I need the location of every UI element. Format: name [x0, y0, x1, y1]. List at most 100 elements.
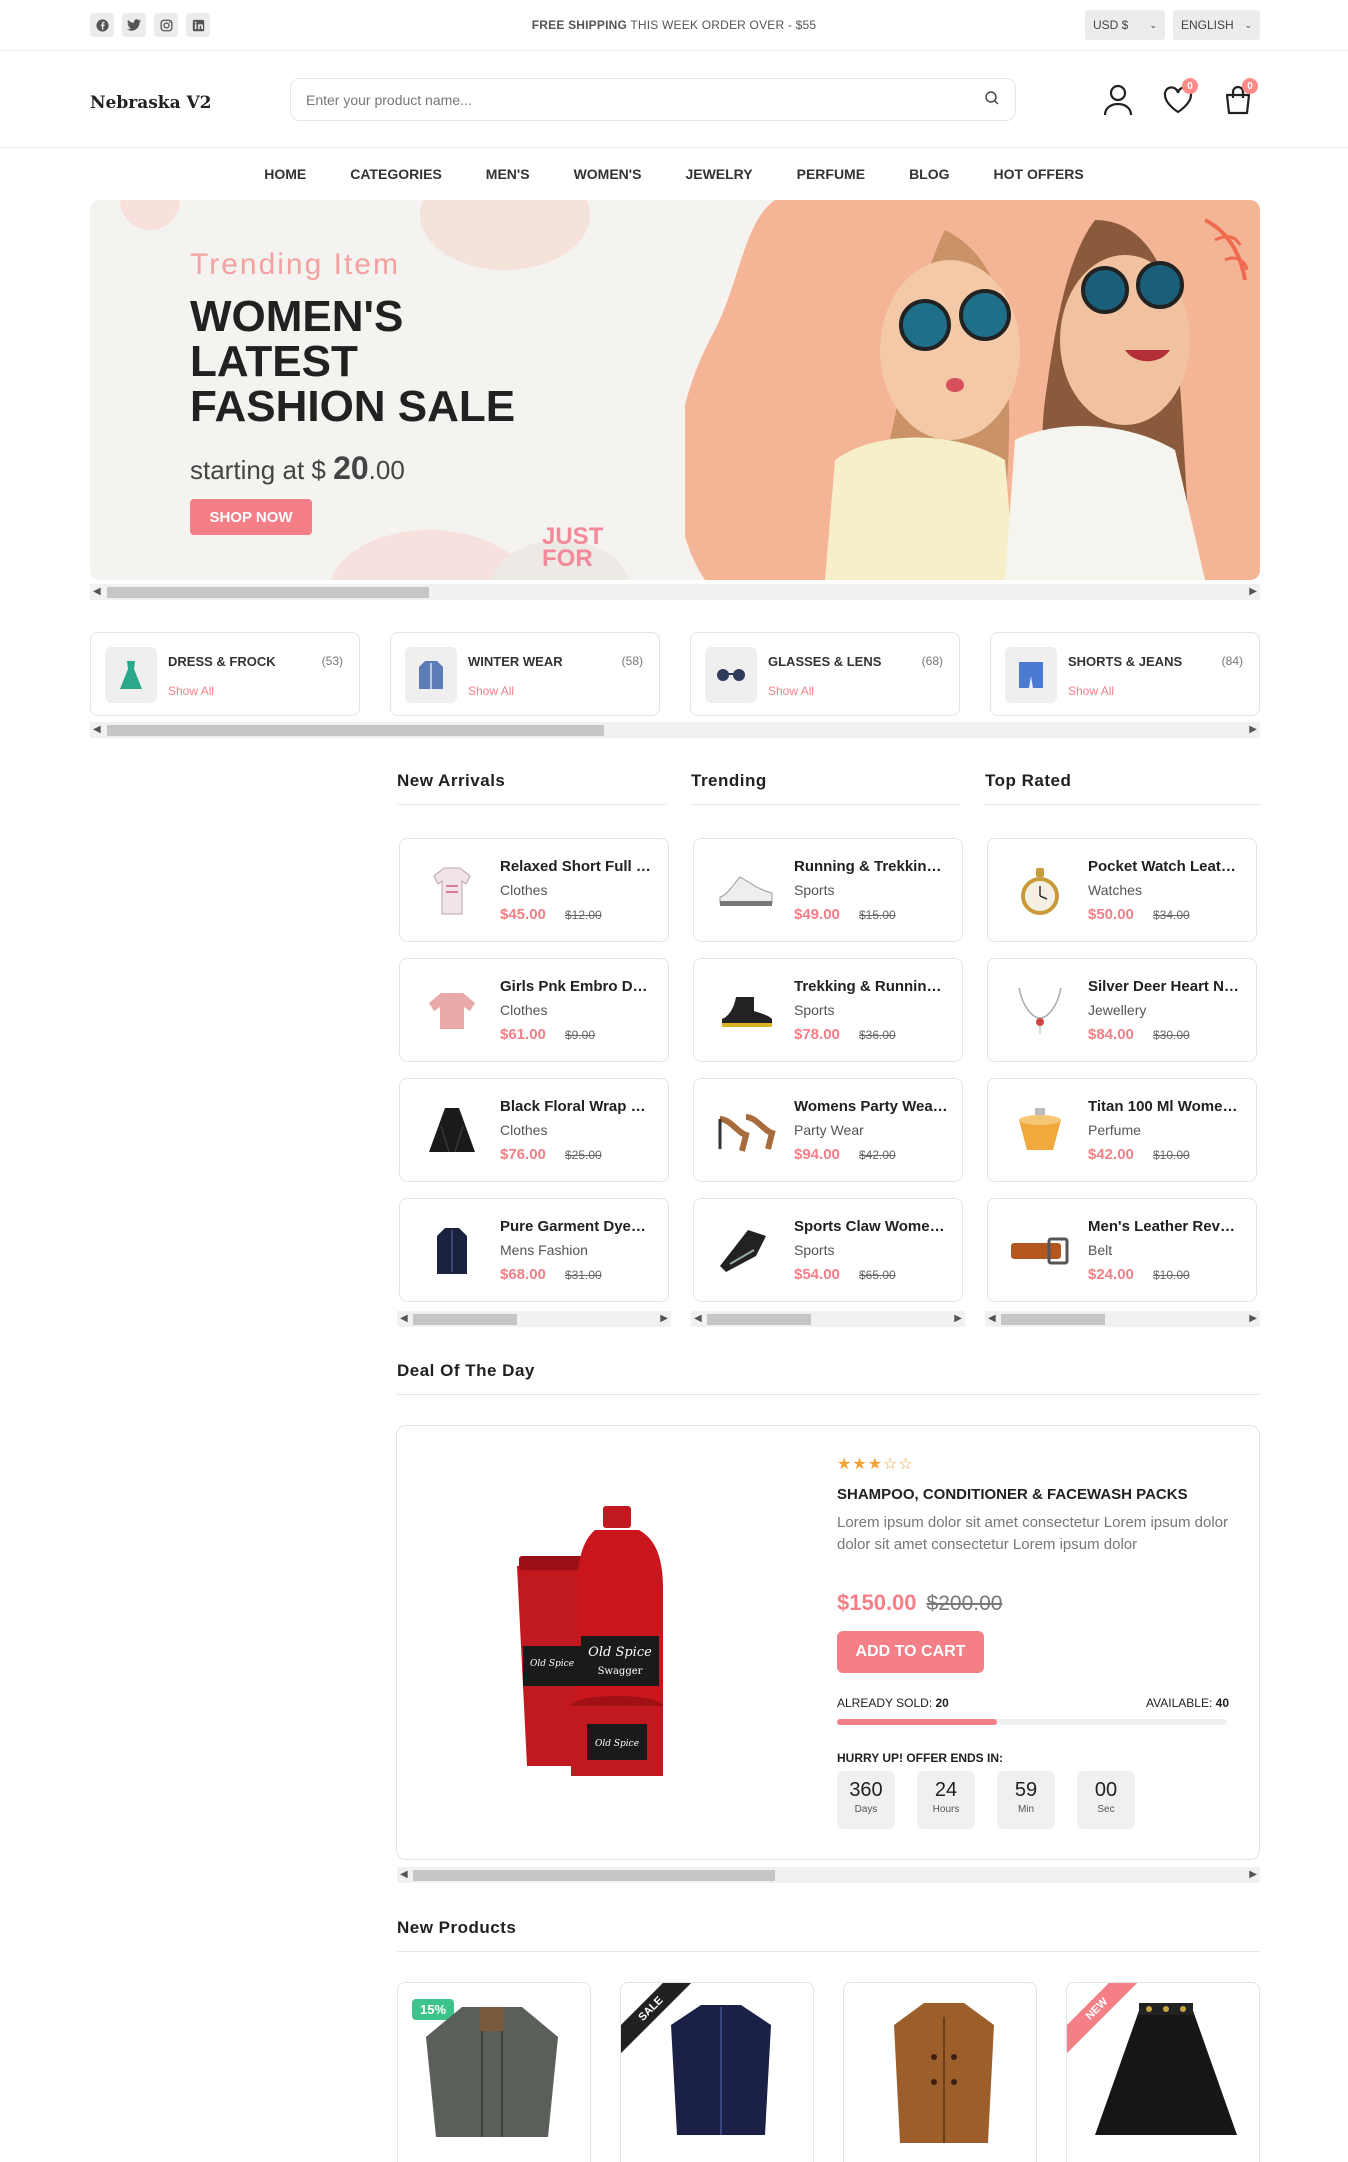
show-all-link[interactable]: Show All — [768, 684, 814, 698]
countdown-seconds: 00 Sec — [1077, 1771, 1135, 1829]
show-all-link[interactable]: Show All — [468, 684, 514, 698]
sold-progress-bar — [837, 1719, 1227, 1725]
new-product-card[interactable]: NEW — [1066, 1982, 1260, 2162]
wishlist-count-badge: 0 — [1182, 78, 1198, 94]
new-product-card[interactable]: 15% — [397, 1982, 591, 2162]
white-shoe-image — [709, 859, 783, 923]
countdown-label: HURRY UP! OFFER ENDS IN: — [837, 1751, 1004, 1765]
currency-value: USD $ — [1093, 18, 1129, 32]
coat-image — [894, 2003, 994, 2143]
new-product-card[interactable] — [843, 1982, 1037, 2162]
svg-text:Old Spice: Old Spice — [588, 1645, 652, 1660]
banner-decor-text: JUST FOR — [542, 523, 604, 572]
banner-subtitle: Trending Item — [190, 248, 400, 281]
countdown-hours: 24 Hours — [917, 1771, 975, 1829]
divider — [691, 804, 961, 805]
svg-text:Old Spice: Old Spice — [595, 1739, 639, 1749]
chevron-down-icon: ⌄ — [1244, 19, 1252, 30]
divider — [397, 1951, 1260, 1952]
cart-count-badge: 0 — [1242, 78, 1258, 94]
product-card[interactable]: Silver Deer Heart Necklace Jewellery $84… — [987, 958, 1257, 1062]
show-all-link[interactable]: Show All — [1068, 684, 1114, 698]
column-title-new-arrivals: New Arrivals — [397, 771, 506, 790]
deal-scrollbar[interactable]: ◀ ▶ — [397, 1867, 1260, 1883]
top-image — [415, 979, 489, 1043]
column-scrollbar[interactable]: ◀ ▶ — [397, 1311, 671, 1327]
deal-card: Old Spice Swagger Old Spice Old Spice ★★… — [396, 1425, 1260, 1860]
dress-icon — [105, 647, 157, 703]
product-card[interactable]: Titan 100 Ml Womens Perfume Perfume $42.… — [987, 1078, 1257, 1182]
skirt-image — [1095, 2003, 1237, 2135]
glasses-icon — [705, 647, 757, 703]
column-title-trending: Trending — [691, 771, 767, 790]
product-card[interactable]: Sports Claw Women's Shoes Sports $54.00 … — [693, 1198, 963, 1302]
search-icon[interactable] — [984, 90, 1000, 109]
language-value: ENGLISH — [1181, 18, 1234, 32]
banner-title: WOMEN'S LATEST FASHION SALE — [190, 292, 516, 431]
sports-shoe-image — [709, 1219, 783, 1283]
countdown: 360 Days 24 Hours 59 Min 00 Sec — [837, 1771, 1135, 1829]
product-card[interactable]: Black Floral Wrap Midi Skirt Clothes $76… — [399, 1078, 669, 1182]
column-title-top-rated: Top Rated — [985, 771, 1072, 790]
banner-scrollbar[interactable]: ◀ ▶ — [90, 584, 1260, 600]
deal-title: SHAMPOO, CONDITIONER & FACEWASH PACKS — [837, 1486, 1188, 1503]
search-input[interactable]: Enter your product name... — [290, 78, 1016, 121]
product-card[interactable]: Trekking & Running Shoes - Black Sports … — [693, 958, 963, 1062]
deal-old-price: $200.00 — [926, 1592, 1003, 1615]
category-card[interactable]: SHORTS & JEANS (84) Show All — [990, 632, 1260, 716]
add-to-cart-button[interactable]: ADD TO CART — [837, 1631, 984, 1673]
already-sold: ALREADY SOLD: 20 — [837, 1696, 949, 1710]
product-card[interactable]: Pure Garment Dyed Cotton Shirt Mens Fash… — [399, 1198, 669, 1302]
nav-womens[interactable]: WOMEN'S — [552, 166, 664, 182]
skirt-image — [415, 1099, 489, 1163]
show-all-link[interactable]: Show All — [168, 684, 214, 698]
new-products-heading: New Products — [397, 1918, 517, 1937]
new-product-card[interactable]: SALE — [620, 1982, 814, 2162]
column-scrollbar[interactable]: ◀ ▶ — [691, 1311, 965, 1327]
shop-now-button[interactable]: SHOP NOW — [190, 499, 312, 535]
jacket-image — [426, 2007, 558, 2137]
main-nav: HOME CATEGORIES MEN'S WOMEN'S JEWELRY PE… — [0, 148, 1348, 200]
necklace-image — [1003, 979, 1077, 1043]
site-logo[interactable]: Nebraska V2 — [90, 93, 212, 113]
countdown-days: 360 Days — [837, 1771, 895, 1829]
nav-home[interactable]: HOME — [242, 166, 328, 182]
product-card[interactable]: Girls Pnk Embro Design Top Clothes $61.0… — [399, 958, 669, 1062]
product-card[interactable]: Pocket Watch Leather Pouch Watches $50.0… — [987, 838, 1257, 942]
pocket-watch-image — [1003, 859, 1077, 923]
currency-select[interactable]: USD $ ⌄ — [1085, 10, 1165, 40]
hero-image — [685, 200, 1260, 580]
nav-perfume[interactable]: PERFUME — [775, 166, 887, 182]
divider — [985, 804, 1260, 805]
nav-categories[interactable]: CATEGORIES — [328, 166, 464, 182]
category-scrollbar[interactable]: ◀ ▶ — [90, 722, 1260, 738]
category-card[interactable]: DRESS & FROCK (53) Show All — [90, 632, 360, 716]
heart-icon[interactable]: 0 — [1160, 78, 1198, 118]
nav-hot-offers[interactable]: HOT OFFERS — [972, 166, 1106, 182]
user-icon[interactable] — [1100, 82, 1136, 118]
category-card[interactable]: WINTER WEAR (58) Show All — [390, 632, 660, 716]
rating-stars: ★★★☆☆ — [837, 1456, 914, 1473]
column-scrollbar[interactable]: ◀ ▶ — [985, 1311, 1260, 1327]
tshirt-image — [415, 859, 489, 923]
belt-image — [1003, 1219, 1077, 1283]
svg-text:Old Spice: Old Spice — [530, 1659, 574, 1669]
category-card[interactable]: GLASSES & LENS (68) Show All — [690, 632, 960, 716]
nav-blog[interactable]: BLOG — [887, 166, 971, 182]
product-card[interactable]: Relaxed Short Full Sleeve T-Shirt Clothe… — [399, 838, 669, 942]
product-card[interactable]: Men's Leather Reversible Belt Belt $24.0… — [987, 1198, 1257, 1302]
deal-price-row: $150.00 $200.00 — [837, 1590, 1002, 1616]
nav-mens[interactable]: MEN'S — [464, 166, 552, 182]
available: AVAILABLE: 40 — [1146, 1696, 1229, 1710]
svg-text:Swagger: Swagger — [598, 1666, 643, 1677]
product-card[interactable]: Running & Trekking Shoes - White Sports … — [693, 838, 963, 942]
nav-jewelry[interactable]: JEWELRY — [663, 166, 774, 182]
countdown-minutes: 59 Min — [997, 1771, 1055, 1829]
language-select[interactable]: ENGLISH ⌄ — [1173, 10, 1260, 40]
search-placeholder: Enter your product name... — [306, 91, 472, 108]
product-card[interactable]: Womens Party Wear Shoes Party Wear $94.0… — [693, 1078, 963, 1182]
cart-icon[interactable]: 0 — [1220, 78, 1258, 118]
black-boot-image — [709, 979, 783, 1043]
banner-price: starting at $ 20.00 — [190, 450, 405, 486]
jacket-icon — [405, 647, 457, 703]
